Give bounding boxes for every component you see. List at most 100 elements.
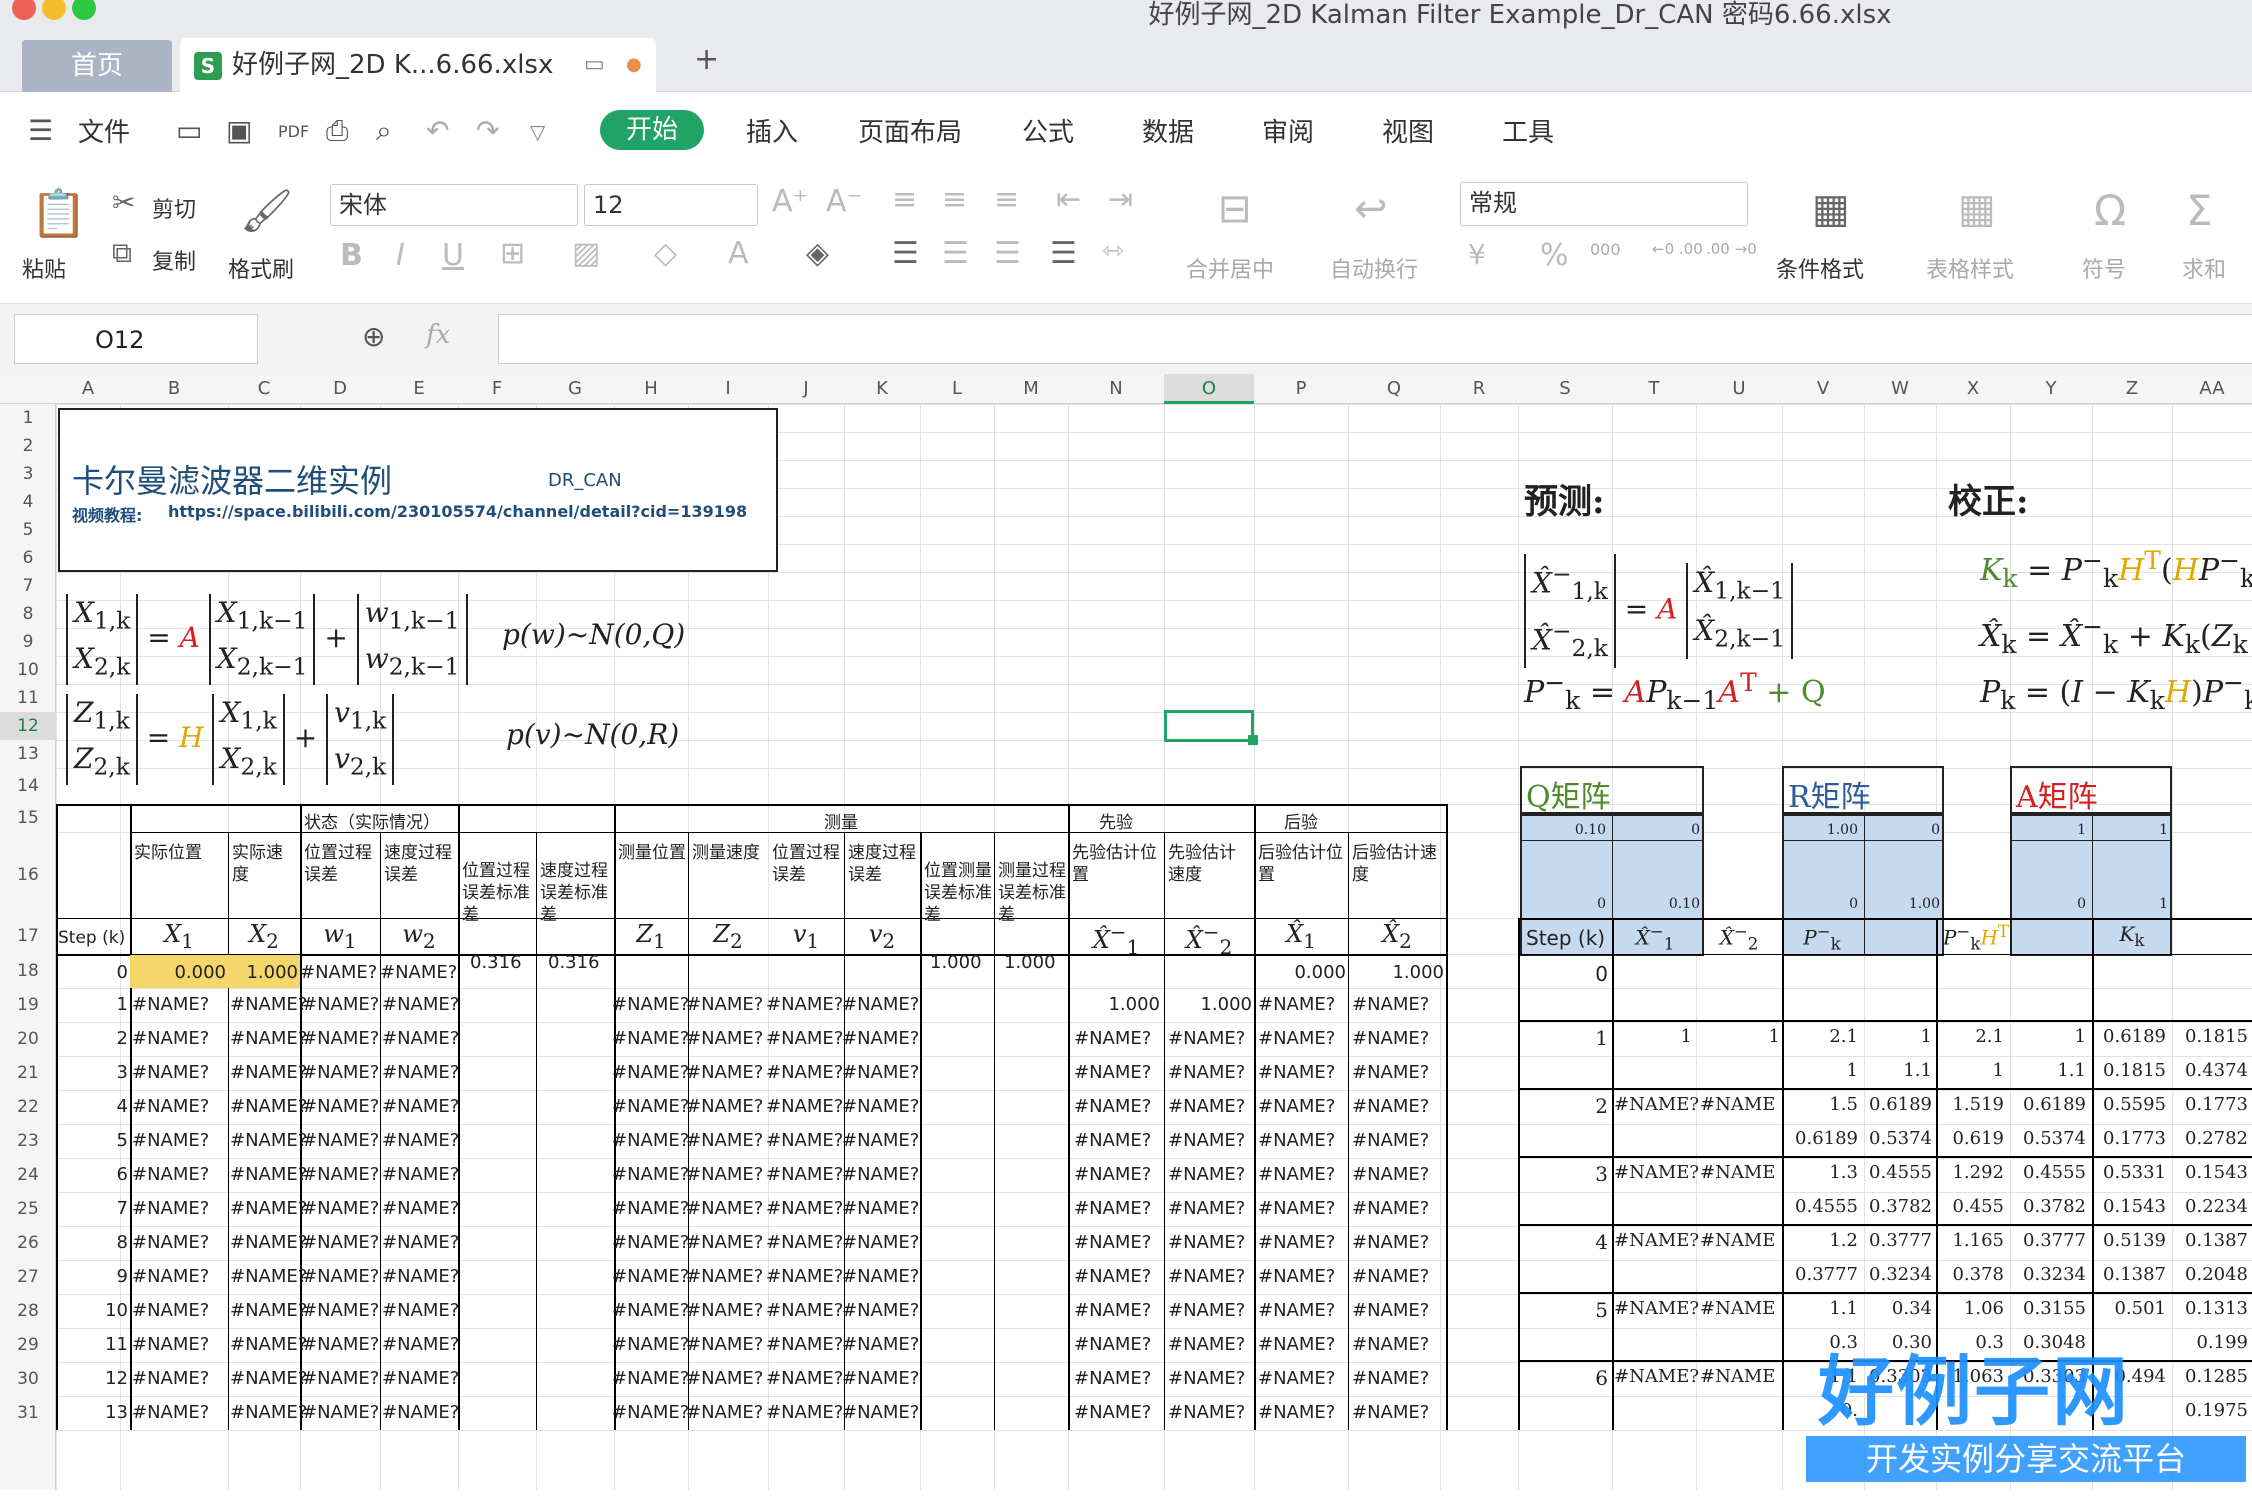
eraser-icon[interactable]: ◈	[806, 236, 829, 271]
column-header-T[interactable]: T	[1612, 374, 1696, 404]
menu-review[interactable]: 审阅	[1262, 112, 1314, 149]
copy-icon[interactable]: ⧉	[112, 236, 132, 270]
row-header-14[interactable]: 14	[0, 768, 56, 804]
decrease-decimal-icon[interactable]: .00 →0	[1706, 240, 1757, 258]
column-header-D[interactable]: D	[300, 374, 380, 404]
format-painter-icon[interactable]: 🖌	[240, 186, 293, 236]
conditional-format-icon[interactable]: ▦	[1812, 186, 1850, 232]
open-folder-icon[interactable]: ▭	[176, 114, 202, 147]
row-header-7[interactable]: 7	[0, 572, 56, 600]
indent-increase-icon[interactable]: ⇥	[1108, 182, 1133, 217]
align-right-icon[interactable]: ☰	[994, 236, 1021, 271]
menu-start[interactable]: 开始	[600, 110, 704, 150]
redo-icon[interactable]: ↷	[476, 114, 499, 147]
bold-icon[interactable]: B	[340, 238, 363, 273]
align-center-icon[interactable]: ☰	[942, 236, 969, 271]
paste-icon[interactable]: 📋	[30, 186, 87, 241]
row-header-25[interactable]: 25	[0, 1192, 56, 1226]
table-style-icon[interactable]: ▦	[1958, 186, 1996, 232]
menu-file[interactable]: 文件	[78, 112, 130, 149]
merge-center-button[interactable]: 合并居中	[1186, 252, 1274, 284]
number-format-select[interactable]: 常规	[1460, 182, 1748, 226]
row-header-22[interactable]: 22	[0, 1090, 56, 1124]
column-header-AA[interactable]: AA	[2172, 374, 2252, 404]
row-header-17[interactable]: 17	[0, 918, 56, 954]
print-preview-icon[interactable]: ⌕	[376, 114, 392, 148]
wrap-text-icon[interactable]: ↩	[1354, 186, 1388, 232]
conditional-format-button[interactable]: 条件格式	[1776, 252, 1864, 284]
column-header-V[interactable]: V	[1782, 374, 1864, 404]
font-size-select[interactable]: 12	[584, 184, 758, 226]
undo-icon[interactable]: ↶	[426, 114, 449, 147]
indent-decrease-icon[interactable]: ⇤	[1056, 182, 1081, 217]
tab-file[interactable]: S 好例子网_2D K...6.66.xlsx ▭ ●	[180, 38, 656, 92]
row-header-11[interactable]: 11	[0, 684, 56, 712]
column-header-U[interactable]: U	[1696, 374, 1782, 404]
format-painter-button[interactable]: 格式刷	[228, 252, 294, 284]
column-header-O[interactable]: O	[1164, 374, 1254, 404]
minimize-window-button[interactable]	[42, 0, 66, 20]
column-header-B[interactable]: B	[120, 374, 228, 404]
tab-home[interactable]: 首页	[22, 40, 172, 92]
video-link[interactable]: https://space.bilibili.com/230105574/cha…	[168, 502, 747, 521]
thousands-separator-icon[interactable]: 000	[1590, 240, 1621, 259]
highlight-icon[interactable]: ◇	[654, 236, 677, 271]
sum-button[interactable]: 求和	[2182, 252, 2226, 284]
wrap-text-button[interactable]: 自动换行	[1330, 252, 1418, 284]
selected-cell[interactable]	[1164, 710, 1254, 742]
row-header-19[interactable]: 19	[0, 988, 56, 1022]
new-tab-button[interactable]: +	[694, 42, 719, 77]
customize-icon[interactable]: ▽	[530, 120, 545, 144]
row-header-29[interactable]: 29	[0, 1328, 56, 1362]
fx-icon[interactable]: fx	[426, 320, 450, 350]
column-header-W[interactable]: W	[1864, 374, 1936, 404]
scissors-icon[interactable]: ✂	[112, 186, 135, 219]
column-header-M[interactable]: M	[994, 374, 1068, 404]
increase-font-icon[interactable]: A⁺	[772, 184, 808, 219]
fill-handle[interactable]	[1248, 735, 1258, 745]
align-bottom-icon[interactable]: ≡	[994, 182, 1019, 217]
align-middle-icon[interactable]: ≡	[942, 182, 967, 217]
menu-view[interactable]: 视图	[1382, 112, 1434, 149]
symbol-button[interactable]: 符号	[2082, 252, 2126, 284]
row-header-10[interactable]: 10	[0, 656, 56, 684]
menu-insert[interactable]: 插入	[746, 112, 798, 149]
hamburger-icon[interactable]: ☰	[28, 114, 53, 147]
row-header-1[interactable]: 1	[0, 404, 56, 432]
align-top-icon[interactable]: ≡	[892, 182, 917, 217]
fill-color-icon[interactable]: ▨	[572, 236, 600, 271]
column-header-Y[interactable]: Y	[2010, 374, 2092, 404]
row-header-24[interactable]: 24	[0, 1158, 56, 1192]
zoom-window-button[interactable]	[72, 0, 96, 20]
row-header-20[interactable]: 20	[0, 1022, 56, 1056]
row-header-28[interactable]: 28	[0, 1294, 56, 1328]
paste-button[interactable]: 粘贴	[22, 252, 66, 284]
percent-icon[interactable]: %	[1540, 238, 1569, 273]
row-header-4[interactable]: 4	[0, 488, 56, 516]
increase-decimal-icon[interactable]: ←0 .00	[1652, 240, 1703, 258]
close-window-button[interactable]	[12, 0, 36, 20]
row-header-26[interactable]: 26	[0, 1226, 56, 1260]
row-header-30[interactable]: 30	[0, 1362, 56, 1396]
column-header-C[interactable]: C	[228, 374, 300, 404]
menu-tools[interactable]: 工具	[1502, 112, 1554, 149]
column-header-Z[interactable]: Z	[2092, 374, 2172, 404]
column-header-Q[interactable]: Q	[1348, 374, 1440, 404]
save-icon[interactable]: ▣	[226, 114, 252, 147]
column-header-N[interactable]: N	[1068, 374, 1164, 404]
justify-icon[interactable]: ☰	[1050, 236, 1077, 271]
column-header-S[interactable]: S	[1518, 374, 1612, 404]
column-header-L[interactable]: L	[920, 374, 994, 404]
row-header-5[interactable]: 5	[0, 516, 56, 544]
font-family-select[interactable]: 宋体	[330, 184, 578, 226]
row-header-8[interactable]: 8	[0, 600, 56, 628]
sum-icon[interactable]: Σ	[2186, 186, 2213, 235]
pdf-icon[interactable]: PDF	[278, 122, 309, 141]
column-header-F[interactable]: F	[458, 374, 536, 404]
row-header-15[interactable]: 15	[0, 804, 56, 832]
symbol-icon[interactable]: Ω	[2094, 186, 2126, 235]
column-header-G[interactable]: G	[536, 374, 614, 404]
row-header-18[interactable]: 18	[0, 954, 56, 988]
row-header-31[interactable]: 31	[0, 1396, 56, 1430]
row-header-12[interactable]: 12	[0, 712, 56, 740]
